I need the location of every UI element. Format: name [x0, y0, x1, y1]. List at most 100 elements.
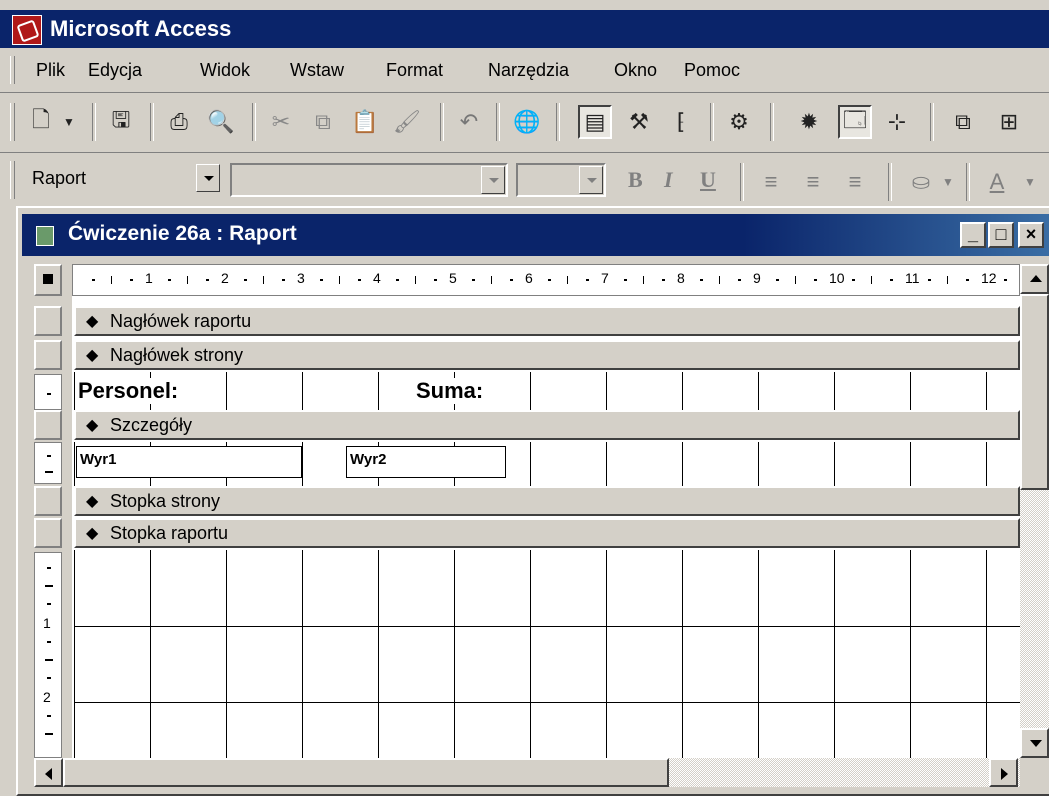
copy-icon[interactable]: ⧉	[306, 105, 340, 139]
ruler-label-2: 2	[43, 689, 51, 705]
menubar-grip[interactable]	[10, 56, 15, 84]
band-detail[interactable]: ◆ Szczegóły	[74, 410, 1020, 440]
ruler-tick	[187, 276, 188, 284]
build-icon[interactable]: ⊹	[880, 105, 914, 139]
toolbar-grip[interactable]	[10, 161, 15, 199]
preview-icon[interactable]: 🔍	[204, 105, 238, 139]
field-list-icon[interactable]: ▤	[578, 105, 612, 139]
band-page-header[interactable]: ◆ Nagłówek strony	[74, 340, 1020, 370]
grid-line	[682, 442, 683, 486]
grid-line	[910, 550, 911, 758]
report-design-canvas[interactable]: ◆ Nagłówek raportu ◆ Nagłówek strony Per…	[72, 296, 1020, 758]
menu-okno[interactable]: Okno	[614, 60, 657, 81]
undo-icon[interactable]: ↶	[452, 105, 486, 139]
vertical-scrollbar[interactable]	[1020, 264, 1049, 758]
toolbar-separator	[252, 103, 256, 141]
ruler-page-header	[34, 374, 62, 410]
menu-plik[interactable]: Plik	[36, 60, 65, 81]
maximize-button[interactable]: □	[988, 222, 1014, 248]
fill-color-icon[interactable]: ⛀	[904, 165, 938, 199]
new-object-icon[interactable]: ⊞	[992, 105, 1026, 139]
font-size-select[interactable]	[516, 163, 606, 197]
align-right-icon[interactable]: ≡	[838, 165, 872, 199]
suma-label[interactable]: Suma:	[414, 378, 486, 404]
underline-button[interactable]: U	[700, 167, 716, 193]
access-app-icon[interactable]	[12, 15, 42, 45]
ruler-mark	[45, 659, 53, 661]
grid-line	[74, 372, 75, 410]
arrow-up-icon	[1030, 275, 1042, 282]
toolbox-icon[interactable]: ⚒	[622, 105, 656, 139]
menu-format[interactable]: Format	[386, 60, 443, 81]
band-selector-page-footer[interactable]	[34, 486, 62, 516]
grid-line	[378, 372, 379, 410]
horizontal-scrollbar[interactable]	[34, 758, 1020, 787]
ruler-report-footer: 1 2	[34, 552, 62, 758]
align-center-icon[interactable]: ≡	[796, 165, 830, 199]
page-header-section[interactable]: Personel: Suma:	[74, 372, 1020, 410]
report-selector[interactable]	[34, 264, 62, 296]
paste-icon[interactable]: 📋	[348, 105, 382, 139]
font-select[interactable]	[230, 163, 508, 197]
scroll-left-button[interactable]	[34, 758, 63, 787]
band-report-footer[interactable]: ◆ Stopka raportu	[74, 518, 1020, 548]
code-icon[interactable]: ✹	[792, 105, 826, 139]
band-selector-report-footer[interactable]	[34, 518, 62, 548]
cut-icon[interactable]: ✂	[264, 105, 298, 139]
field-wyr1[interactable]: Wyr1	[76, 446, 302, 478]
ruler-dot	[472, 279, 475, 281]
personel-label[interactable]: Personel:	[76, 378, 181, 404]
scroll-down-button[interactable]	[1020, 728, 1049, 758]
report-footer-section[interactable]	[74, 550, 1020, 758]
ruler-label: 2	[221, 270, 229, 286]
autoformat-icon[interactable]: ⚙	[722, 105, 756, 139]
fill-color-dropdown-icon[interactable]: ▼	[938, 165, 958, 199]
print-icon[interactable]: ⎙	[162, 105, 196, 139]
sorting-grouping-icon[interactable]: ⁅	[664, 105, 698, 139]
band-page-footer[interactable]: ◆ Stopka strony	[74, 486, 1020, 516]
scroll-right-button[interactable]	[989, 758, 1018, 787]
vertical-scroll-thumb[interactable]	[1020, 294, 1049, 490]
band-selector-detail[interactable]	[34, 410, 62, 440]
font-color-dropdown-icon[interactable]: ▼	[1020, 165, 1040, 199]
view-dropdown-icon[interactable]: ▼	[58, 105, 80, 139]
print-preview-icon[interactable]: 🗋	[24, 105, 58, 139]
field-wyr2[interactable]: Wyr2	[346, 446, 506, 478]
close-button[interactable]: ×	[1018, 222, 1044, 248]
vertical-ruler[interactable]: 1 2	[34, 296, 64, 758]
menu-pomoc[interactable]: Pomoc	[684, 60, 740, 81]
report-window-titlebar[interactable]: Ćwiczenie 26a : Raport _ □ ×	[22, 214, 1049, 256]
chevron-down-icon[interactable]	[579, 166, 603, 194]
scroll-up-button[interactable]	[1020, 264, 1049, 294]
menu-narzedzia[interactable]: Narzędzia	[488, 60, 569, 81]
format-painter-icon[interactable]: 🖌	[390, 105, 424, 139]
menu-edycja[interactable]: Edycja	[88, 60, 142, 81]
detail-section[interactable]: Wyr1 Wyr2	[74, 442, 1020, 486]
save-icon[interactable]: 🖫	[104, 105, 138, 139]
minimize-button[interactable]: _	[960, 222, 986, 248]
object-select[interactable]: Raport	[24, 163, 220, 197]
italic-button[interactable]: I	[664, 167, 673, 193]
ruler-tick	[871, 276, 872, 284]
font-color-icon[interactable]: A	[980, 165, 1014, 199]
bold-button[interactable]: B	[628, 167, 643, 193]
database-window-icon[interactable]: ⧉	[946, 105, 980, 139]
menu-wstaw[interactable]: Wstaw	[290, 60, 344, 81]
grid-line	[150, 550, 151, 758]
ruler-dot	[320, 279, 323, 281]
ruler-tick	[415, 276, 416, 284]
horizontal-scroll-thumb[interactable]	[63, 758, 669, 787]
align-left-icon[interactable]: ≡	[754, 165, 788, 199]
band-report-header[interactable]: ◆ Nagłówek raportu	[74, 306, 1020, 336]
menu-widok[interactable]: Widok	[200, 60, 250, 81]
horizontal-ruler[interactable]: 1 2 3 4 5 6 7 8 9 10 11 12	[72, 264, 1020, 296]
toolbar-separator	[440, 103, 444, 141]
chevron-down-icon[interactable]	[481, 166, 505, 194]
grid-line	[758, 372, 759, 410]
chevron-down-icon[interactable]	[196, 164, 220, 192]
band-selector-page-header[interactable]	[34, 340, 62, 370]
toolbar-grip[interactable]	[10, 103, 15, 141]
band-selector-report-header[interactable]	[34, 306, 62, 336]
properties-icon[interactable]: 🗔	[838, 105, 872, 139]
hyperlink-icon[interactable]: 🌐	[510, 105, 544, 139]
